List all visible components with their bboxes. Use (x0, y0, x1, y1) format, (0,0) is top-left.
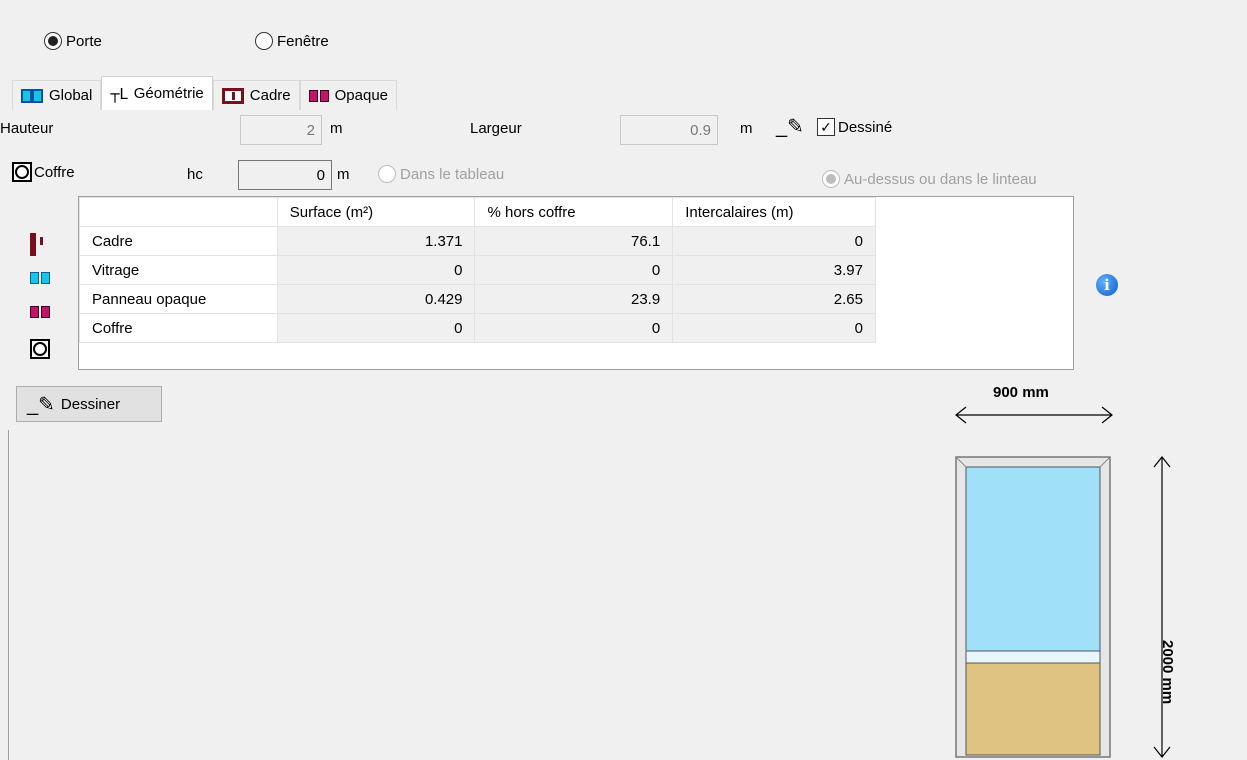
radio-porte-label: Porte (66, 32, 102, 50)
cell-surface: 0 (276, 255, 476, 285)
vitrage-icon (30, 272, 50, 284)
tab-global-label: Global (49, 87, 93, 104)
radio-dans-tableau-indicator[interactable] (378, 165, 396, 183)
coffre-icon (30, 339, 50, 359)
tab-opaque[interactable]: Opaque (299, 80, 398, 110)
table-row[interactable]: Coffre 0 0 0 (79, 313, 876, 343)
cell-pct: 0 (474, 255, 674, 285)
largeur-value: 0.9 (690, 121, 711, 139)
cell-inter: 0 (672, 313, 876, 343)
hauteur-field[interactable]: 2 (240, 115, 322, 145)
cell-inter: 2.65 (672, 284, 876, 314)
header-pct: % hors coffre (474, 197, 674, 227)
hc-field[interactable]: 0 (238, 160, 332, 190)
radio-au-dessus-indicator[interactable] (822, 170, 840, 188)
geometry-icon: ┬L (110, 84, 128, 103)
hc-value: 0 (316, 166, 325, 184)
radio-porte[interactable]: Porte (44, 32, 102, 50)
radio-fenetre-label: Fenêtre (277, 32, 329, 50)
cell-pct: 0 (474, 313, 674, 343)
tab-bar: Global ┬L Géométrie Cadre Opaque (12, 76, 398, 110)
largeur-field[interactable]: 0.9 (620, 115, 718, 145)
tab-cadre-label: Cadre (249, 87, 291, 104)
opaque-panel (965, 662, 1101, 756)
dessiner-label: Dessiner (60, 395, 121, 413)
tab-geometrie-label: Géométrie (133, 85, 204, 102)
door-drawing (955, 406, 1171, 758)
row-label: Cadre (79, 226, 278, 256)
radio-porte-indicator[interactable] (44, 32, 62, 50)
dessine-label: Dessiné (838, 118, 893, 136)
info-icon[interactable]: i (1096, 274, 1118, 296)
cell-pct: 23.9 (474, 284, 674, 314)
cell-inter: 3.97 (672, 255, 876, 285)
au-dessus-label: Au-dessus ou dans le linteau (844, 170, 1037, 188)
tab-global[interactable]: Global (12, 80, 102, 110)
hc-label: hc (187, 166, 203, 183)
radio-fenetre-indicator[interactable] (255, 32, 273, 50)
pencil-icon: _✎ (27, 393, 55, 416)
surface-table: Surface (m²) % hors coffre Intercalaires… (78, 196, 1074, 370)
opaque-icon (308, 89, 329, 102)
table-row[interactable]: Panneau opaque 0.429 23.9 2.65 (79, 284, 876, 314)
pencil-icon: _✎ (776, 116, 804, 138)
row-label: Vitrage (79, 255, 278, 285)
hauteur-value: 2 (306, 121, 315, 139)
table-header-row: Surface (m²) % hors coffre Intercalaires… (79, 197, 876, 227)
glass-panel (965, 466, 1101, 652)
coffre-icon (12, 162, 32, 182)
dessine-check-indicator[interactable]: ✓ (817, 118, 835, 136)
coffre-toggle[interactable]: Coffre (12, 162, 75, 182)
transom-bar (965, 650, 1101, 664)
height-arrow (1153, 456, 1171, 758)
height-dimension-label: 2000 mm (1159, 640, 1176, 705)
dessiner-button[interactable]: _✎ Dessiner (16, 386, 162, 422)
header-empty (79, 197, 278, 227)
cell-inter: 0 (672, 226, 876, 256)
tab-opaque-label: Opaque (334, 87, 389, 104)
tab-geometrie[interactable]: ┬L Géométrie (101, 76, 213, 110)
radio-au-dessus[interactable]: Au-dessus ou dans le linteau (822, 170, 1037, 188)
largeur-unit: m (740, 120, 753, 137)
radio-fenetre[interactable]: Fenêtre (255, 32, 329, 50)
global-icon (21, 88, 43, 103)
hauteur-unit: m (330, 120, 343, 137)
panel-edge (8, 430, 9, 760)
opaque-icon (30, 306, 50, 318)
cadre-icon (30, 233, 36, 256)
cell-surface: 0 (276, 313, 476, 343)
header-inter: Intercalaires (m) (672, 197, 876, 227)
table-row[interactable]: Cadre 1.371 76.1 0 (79, 226, 876, 256)
header-surface: Surface (m²) (276, 197, 476, 227)
cell-pct: 76.1 (474, 226, 674, 256)
cadre-icon (221, 87, 244, 104)
largeur-label: Largeur (470, 120, 522, 137)
hauteur-label: Hauteur (0, 120, 54, 137)
row-label: Coffre (79, 313, 278, 343)
table-row[interactable]: Vitrage 0 0 3.97 (79, 255, 876, 285)
dessine-checkbox[interactable]: ✓ Dessiné (817, 118, 892, 136)
hc-unit: m (337, 166, 350, 183)
row-label: Panneau opaque (79, 284, 278, 314)
coffre-label: Coffre (34, 163, 75, 181)
cell-surface: 1.371 (276, 226, 476, 256)
dans-tableau-label: Dans le tableau (400, 165, 505, 183)
tab-cadre[interactable]: Cadre (212, 80, 300, 110)
cell-surface: 0.429 (276, 284, 476, 314)
width-arrow (955, 406, 1113, 424)
radio-dans-tableau[interactable]: Dans le tableau (378, 165, 504, 183)
